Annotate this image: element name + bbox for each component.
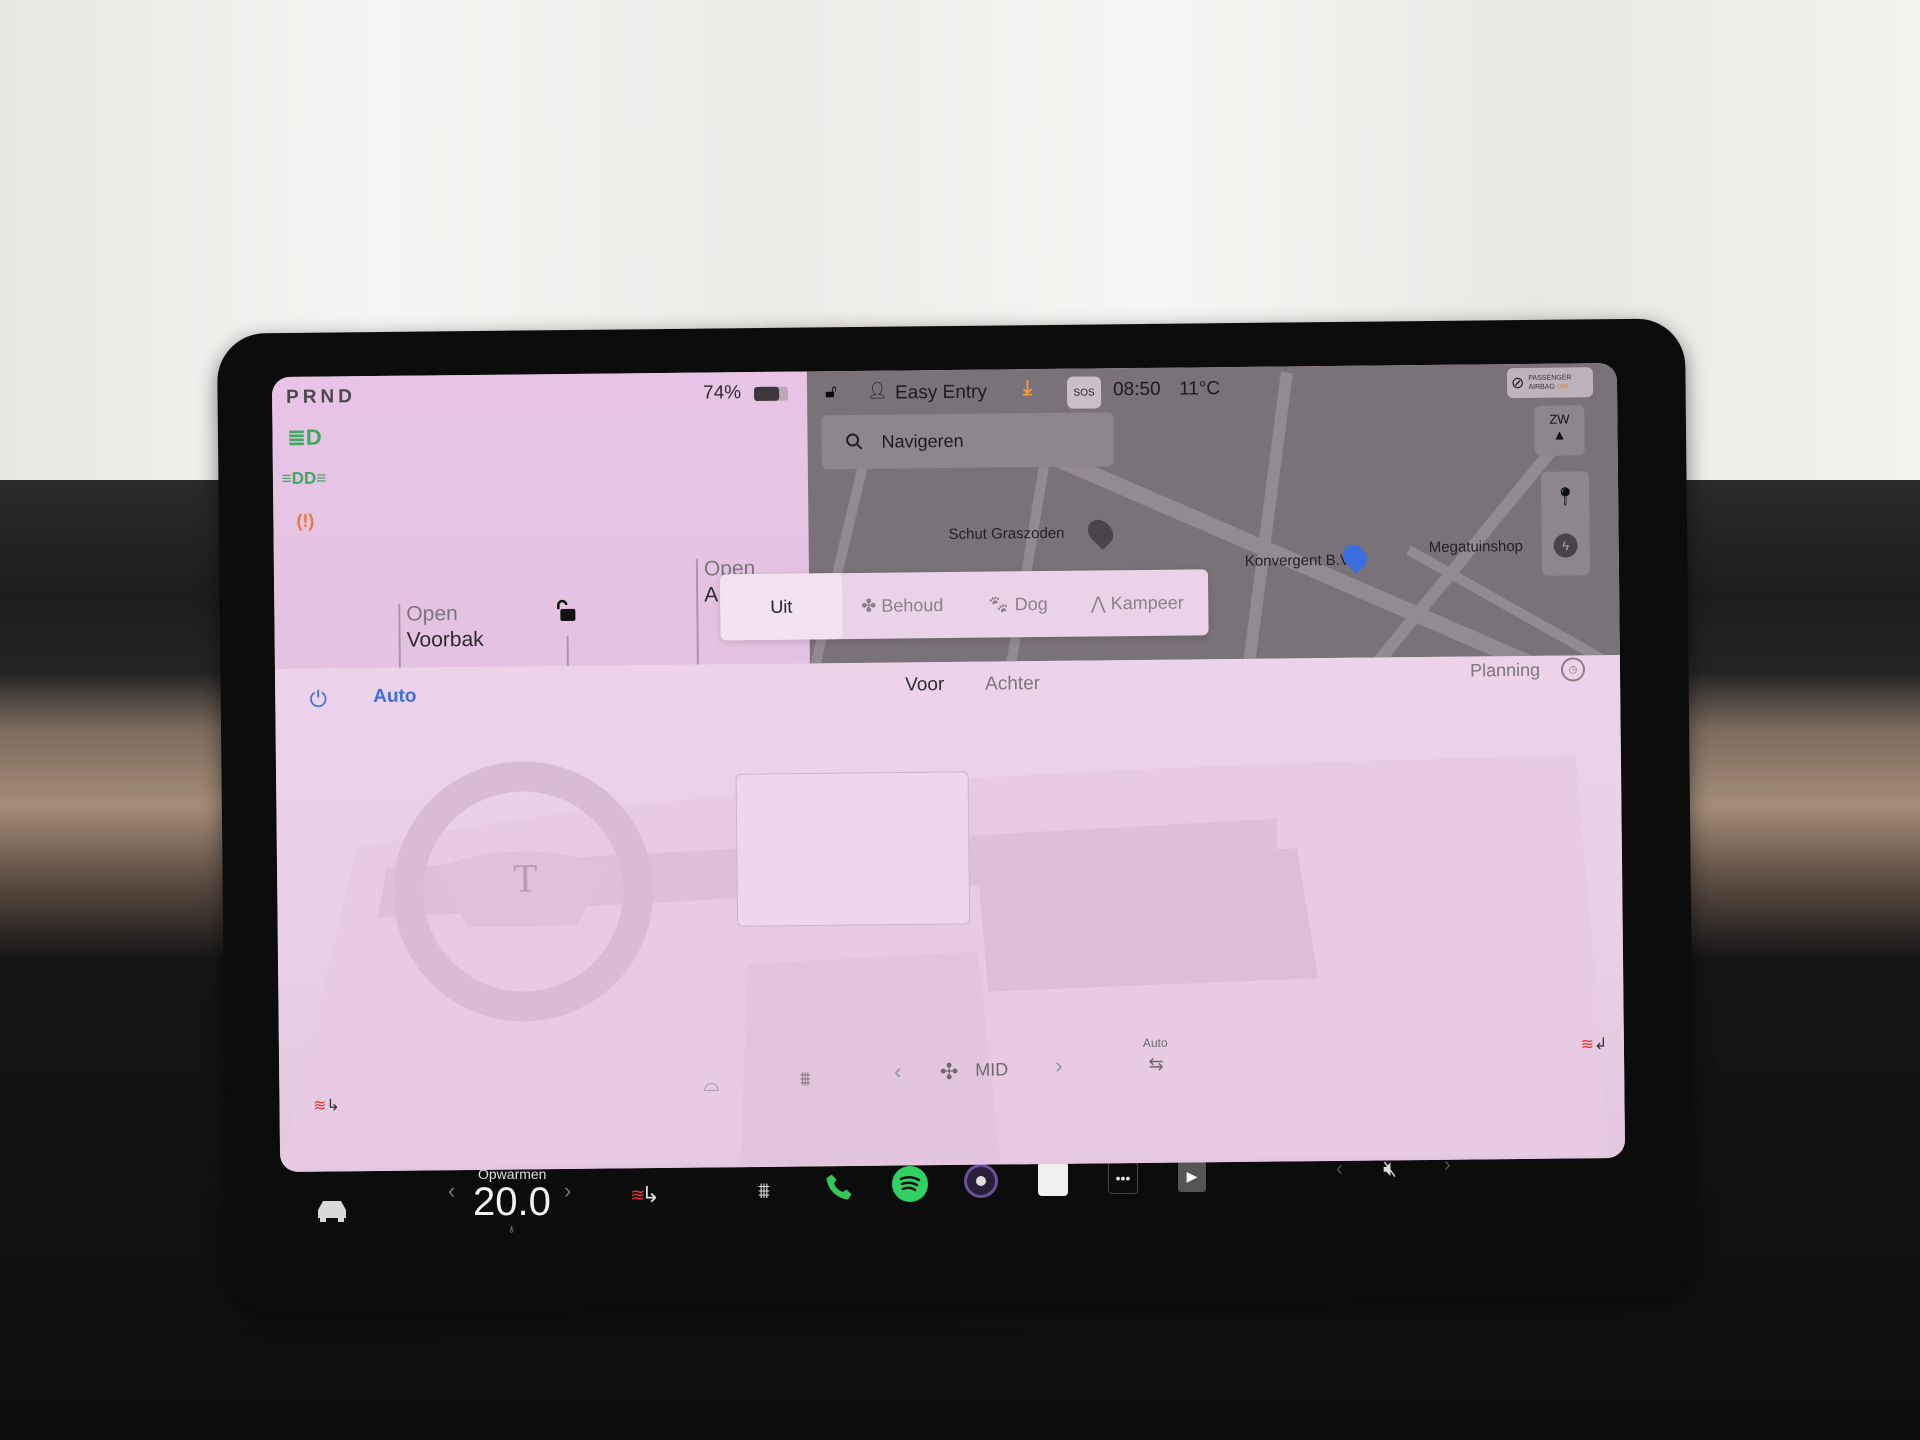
cabin-illustration: T [280, 755, 1611, 1170]
clock-icon[interactable]: ◷ [1560, 657, 1586, 682]
sos-label: SOS [1073, 386, 1095, 399]
compass-button[interactable]: ZW ▲ [1534, 405, 1585, 456]
climate-keeper-uit[interactable]: Uit [719, 573, 843, 641]
notes-icon[interactable] [1038, 1162, 1068, 1196]
search-input[interactable]: Navigeren [821, 412, 1114, 470]
temp-increase-button[interactable]: › [564, 1178, 571, 1204]
climate-power-button[interactable]: ⏻ [303, 684, 333, 714]
climate-keeper-behoud[interactable]: ✤ Behoud [842, 594, 962, 616]
tab-voor[interactable]: Voor [905, 674, 944, 696]
climate-keeper-dog[interactable]: 🐾︎ Dog [962, 593, 1072, 615]
passenger-airbag-indicator: ⊘ PASSENGER AIRBAG ON [1506, 367, 1594, 399]
paw-icon: 🐾︎ [986, 593, 1015, 615]
camera-icon[interactable] [964, 1164, 998, 1198]
lock-status-icon[interactable]: 🔓︎ [825, 381, 837, 402]
airbag-state: ON [1556, 383, 1568, 391]
airbag-off-icon: ⊘ [1510, 374, 1525, 393]
recirculation-icon[interactable]: ⇆ [1143, 1052, 1169, 1076]
battery-percent: 74% [702, 382, 742, 404]
seat-heater-driver-icon[interactable]: ≋ ↳ [630, 1178, 660, 1212]
airbag-line1: PASSENGER [1528, 374, 1572, 382]
gear-selector: PRND [285, 386, 357, 408]
fan-icon: ✤ [861, 595, 882, 616]
touchscreen: PRND 74% ≣D ≡DD≡ (!) Open Voorbak Open A… [271, 362, 1626, 1173]
divider [398, 603, 401, 674]
rear-defrost-icon[interactable]: ⩩ [791, 1065, 819, 1093]
car-icon[interactable] [314, 1194, 350, 1224]
front-defrost-icon[interactable]: ⌓ [697, 1070, 725, 1098]
option-label: Kampeer [1110, 592, 1184, 613]
climate-auto-button[interactable]: Auto [373, 686, 416, 708]
climate-panel: T ⏻ Auto Voor Achter Planning ◷ ≋ ↳ ⌓ ⩩ ‹… [274, 654, 1626, 1173]
battery-icon [754, 386, 789, 402]
map-place[interactable]: Megatuinshop [1429, 538, 1523, 556]
clock: 08:50 [1112, 378, 1161, 401]
divider [695, 558, 699, 669]
tent-icon: ⋀ [1090, 592, 1111, 613]
frunk-action: Open [406, 602, 458, 626]
frunk-label: Voorbak [406, 627, 484, 652]
bottom-bar: ‹ Opwarmen 20.0 › ♁ ≋ ↳ ⩩ ••• ▶ ‹ 🔇︎ › [270, 1154, 1660, 1260]
outside-temperature: 11°C [1178, 378, 1221, 400]
map-place[interactable]: Konvergent B.V [1245, 552, 1350, 570]
svg-text:T: T [513, 855, 538, 900]
sos-button[interactable]: SOS [1066, 376, 1102, 409]
airbag-line2: AIRBAG [1528, 383, 1555, 391]
place-pin-icon [1082, 514, 1119, 551]
profile-icon: 👤︎ [866, 382, 888, 400]
fan-icon: ✣ [939, 1058, 959, 1085]
fan-increase-button[interactable]: › [1055, 1053, 1063, 1079]
driver-profile[interactable]: Easy Entry [895, 382, 987, 405]
fan-speed: MID [975, 1059, 1009, 1080]
phone-icon[interactable] [822, 1170, 856, 1204]
seat-heater-left-icon[interactable]: ≋ ↳ [311, 1088, 341, 1122]
recirc-label: Auto [1142, 1035, 1168, 1050]
tab-achter[interactable]: Achter [985, 673, 1040, 696]
map-place[interactable]: Schut Graszoden [948, 525, 1064, 543]
climate-keeper-kampeer[interactable]: ⋀ Kampeer [1072, 592, 1202, 614]
search-icon [846, 433, 863, 450]
volume-down-button[interactable]: ‹ [1336, 1158, 1343, 1181]
seat-heater-right-icon[interactable]: ≋ ↲ [1579, 1027, 1609, 1061]
search-placeholder: Navigeren [881, 430, 964, 452]
north-arrow-icon: ▲ [1552, 426, 1567, 443]
theater-icon[interactable]: ▶ [1178, 1160, 1206, 1192]
pin-icon[interactable]: 📍︎ [1541, 481, 1589, 512]
charging-icon[interactable]: ϟ [1553, 533, 1578, 558]
open-frunk-button[interactable]: Open Voorbak [406, 601, 484, 654]
map-controls: 📍︎ ϟ [1540, 471, 1591, 576]
parking-lights-icon: ≡DD≡ [281, 468, 327, 488]
option-label: Behoud [881, 594, 944, 616]
planning-button[interactable]: Planning [1470, 660, 1540, 682]
fan-decrease-button[interactable]: ‹ [894, 1059, 902, 1085]
cabin-temperature: 20.0 [473, 1180, 551, 1224]
option-label: Dog [1014, 593, 1048, 614]
rear-defrost-icon[interactable]: ⩩ [748, 1176, 780, 1206]
compass-heading: ZW [1549, 411, 1570, 427]
tire-pressure-warning-icon: (!) [296, 510, 315, 531]
more-icon[interactable]: ••• [1108, 1162, 1138, 1194]
unlock-icon[interactable] [552, 598, 578, 624]
download-icon[interactable]: ⤓ [1023, 377, 1032, 400]
spotify-icon[interactable] [892, 1166, 928, 1202]
temp-decrease-button[interactable]: ‹ [448, 1178, 455, 1204]
headlight-icon: ≣D [287, 424, 322, 450]
fan-small-icon: ♁ [507, 1222, 516, 1236]
climate-keeper-selector: Uit ✤ Behoud 🐾︎ Dog ⋀ Kampeer [719, 569, 1209, 641]
